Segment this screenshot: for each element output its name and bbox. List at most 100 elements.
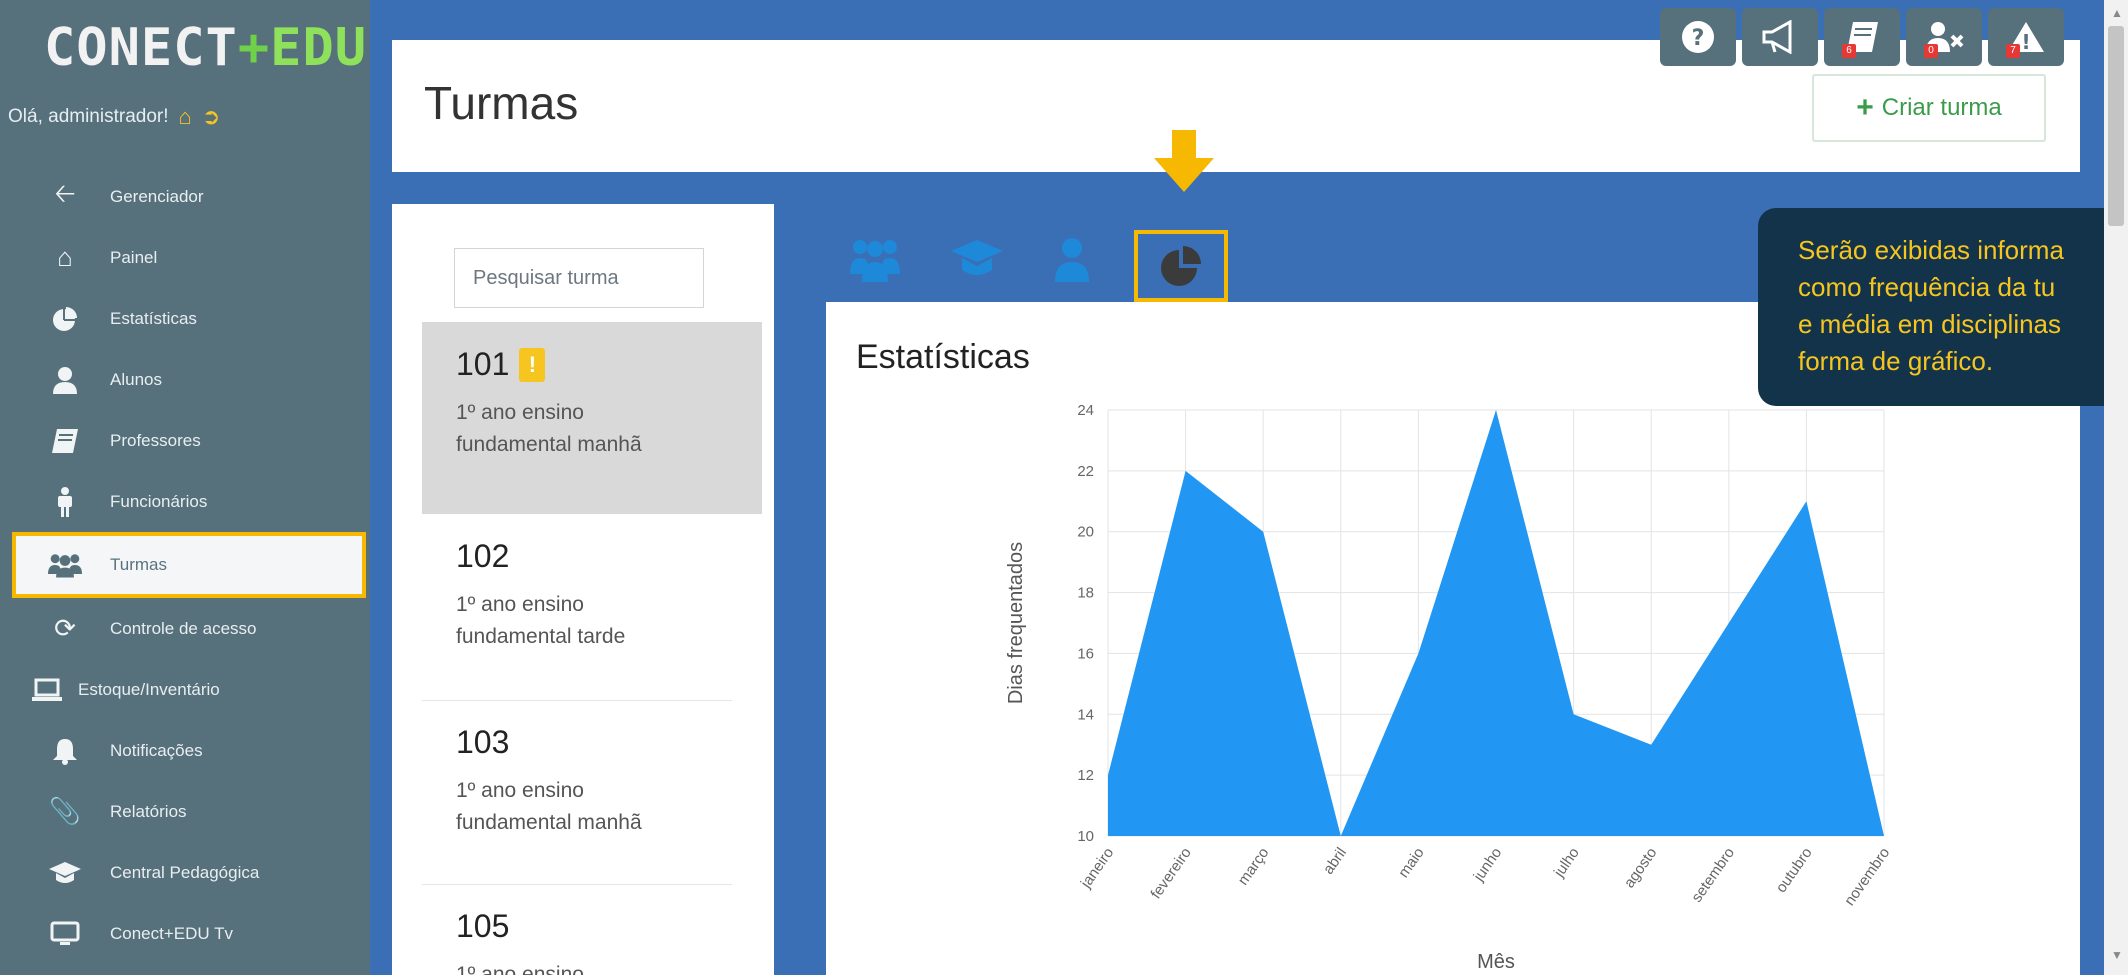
tab-student[interactable] — [1054, 236, 1090, 293]
help-button[interactable]: ? — [1660, 8, 1736, 66]
tab-teachers[interactable] — [950, 236, 1004, 291]
sidebar-item-label: Notificações — [110, 740, 203, 760]
sidebar-item-controle-de-acesso[interactable]: ⟳ Controle de acesso — [0, 598, 370, 659]
y-tick-label: 18 — [1077, 585, 1094, 602]
tab-statistics[interactable] — [1134, 230, 1228, 302]
x-tick-label: outubro — [1773, 845, 1816, 896]
sidebar-item-professores[interactable]: Professores — [0, 410, 370, 471]
megaphone-icon — [1762, 20, 1792, 54]
x-tick-label: novembro — [1841, 845, 1893, 909]
svg-text:?: ? — [1692, 26, 1705, 51]
y-tick-label: 22 — [1077, 463, 1094, 480]
class-description: 1º ano ensino fundamental manhã — [456, 779, 642, 834]
monitor-icon — [48, 919, 82, 949]
sidebar-item-estoque[interactable]: Estoque/Inventário — [0, 659, 370, 720]
search-input[interactable]: Pesquisar turma — [454, 248, 704, 308]
alerts-badge: 7 — [2006, 44, 2020, 58]
class-number-text: 101 — [456, 346, 510, 382]
sidebar: CONECT+EDU Olá, administrador! ⌂ ➲ 🡠 Ger… — [0, 0, 370, 975]
class-description: 1º ano ensino fundamental manhã — [456, 401, 642, 456]
sidebar-item-funcionarios[interactable]: Funcionários — [0, 471, 370, 532]
sidebar-item-notificacoes[interactable]: Notificações — [0, 720, 370, 781]
sidebar-item-label: Estatísticas — [110, 308, 197, 328]
sidebar-item-tv[interactable]: Conect+EDU Tv — [0, 903, 370, 964]
sidebar-item-label: Estoque/Inventário — [78, 679, 220, 699]
home-icon[interactable]: ⌂ — [179, 104, 192, 130]
sidebar-item-estatisticas[interactable]: Estatísticas — [0, 288, 370, 349]
refresh-icon: ⟳ — [54, 613, 76, 643]
sidebar-item-label: Conect+EDU Tv — [110, 923, 233, 943]
announcements-button[interactable] — [1742, 8, 1818, 66]
callout-line: e média em disciplinas — [1798, 309, 2062, 339]
page-title: Turmas — [424, 77, 579, 129]
sidebar-item-central-pedagogica[interactable]: Central Pedagógica — [0, 842, 370, 903]
callout-line: Serão exibidas informa — [1798, 235, 2064, 265]
series-area — [1108, 410, 1884, 836]
scroll-down-icon[interactable]: ▼ — [2111, 948, 2123, 962]
class-item-101[interactable]: 101 ! 1º ano ensino fundamental manhã — [422, 322, 762, 514]
y-tick-label: 24 — [1077, 402, 1094, 419]
books-badge: 6 — [1842, 44, 1856, 58]
info-callout: Serão exibidas informa como frequência d… — [1758, 208, 2128, 406]
class-number: 102 — [456, 538, 510, 574]
x-axis-label: Mês — [1477, 951, 1515, 973]
sidebar-item-painel[interactable]: ⌂ Painel — [0, 227, 370, 288]
y-tick-label: 12 — [1077, 767, 1094, 784]
x-tick-label: fevereiro — [1147, 845, 1194, 903]
callout-line: como frequência da tu — [1798, 272, 2056, 302]
logout-icon[interactable]: ➲ — [202, 104, 220, 130]
y-tick-label: 10 — [1077, 828, 1094, 845]
x-tick-label: maio — [1395, 845, 1428, 881]
sidebar-item-gerenciador[interactable]: 🡠 Gerenciador — [0, 166, 370, 227]
graduation-cap-icon — [48, 858, 82, 888]
class-item-102[interactable]: 102 1º ano ensino fundamental tarde — [422, 514, 762, 694]
class-item-103[interactable]: 103 1º ano ensino fundamental manhã — [422, 700, 762, 880]
class-item-105[interactable]: 105 1º ano ensino — [422, 884, 762, 975]
sidebar-item-label: Controle de acesso — [110, 618, 257, 638]
pie-chart-icon — [1161, 246, 1201, 286]
tab-students-group[interactable] — [850, 236, 900, 293]
x-tick-label: agosto — [1621, 845, 1661, 892]
class-description: 1º ano ensino — [456, 963, 584, 975]
alerts-button[interactable]: ! 7 — [1988, 8, 2064, 66]
scroll-up-icon[interactable]: ▲ — [2111, 6, 2123, 20]
sidebar-item-turmas[interactable]: Turmas — [12, 532, 366, 598]
x-tick-label: janeiro — [1077, 845, 1117, 892]
scrollbar-thumb[interactable] — [2108, 26, 2124, 226]
class-number: 103 — [456, 724, 510, 760]
class-number: 101 ! — [456, 346, 762, 383]
users-icon — [48, 550, 82, 580]
x-tick-label: julho — [1550, 845, 1583, 882]
book-icon — [48, 426, 82, 456]
greeting-text: Olá, administrador! — [8, 106, 169, 127]
sidebar-item-label: Painel — [110, 247, 158, 267]
warning-badge: ! — [519, 347, 546, 382]
laptop-icon — [30, 675, 64, 705]
class-tabs — [846, 230, 1246, 302]
create-class-button[interactable]: + Criar turma — [1812, 74, 2046, 142]
users-icon — [850, 240, 900, 282]
home-icon: ⌂ — [57, 242, 73, 272]
paperclip-icon: 📎 — [48, 796, 82, 826]
sidebar-item-relatorios[interactable]: 📎 Relatórios — [0, 781, 370, 842]
arrow-left-icon: 🡠 — [54, 177, 76, 208]
users-badge: 0 — [1924, 44, 1938, 58]
x-tick-label: abril — [1320, 845, 1350, 878]
graduation-cap-icon — [951, 240, 1003, 275]
sidebar-item-label: Gerenciador — [110, 186, 204, 206]
sidebar-item-label: Professores — [110, 430, 201, 450]
sidebar-item-label: Central Pedagógica — [110, 862, 260, 882]
sidebar-item-label: Relatórios — [110, 801, 187, 821]
y-tick-label: 14 — [1077, 706, 1094, 723]
sidebar-item-alunos[interactable]: Alunos — [0, 349, 370, 410]
question-icon: ? — [1682, 21, 1714, 53]
x-tick-label: março — [1235, 845, 1273, 889]
users-blocked-button[interactable]: 0 — [1906, 8, 1982, 66]
pointer-arrow-icon — [1154, 130, 1214, 192]
books-button[interactable]: 6 — [1824, 8, 1900, 66]
page-scrollbar[interactable]: ▲ ▼ — [2104, 0, 2128, 975]
app-logo[interactable]: CONECT+EDU — [44, 18, 367, 78]
y-tick-label: 20 — [1077, 524, 1094, 541]
callout-line: forma de gráfico. — [1798, 346, 1994, 376]
create-class-label: Criar turma — [1881, 94, 2002, 121]
